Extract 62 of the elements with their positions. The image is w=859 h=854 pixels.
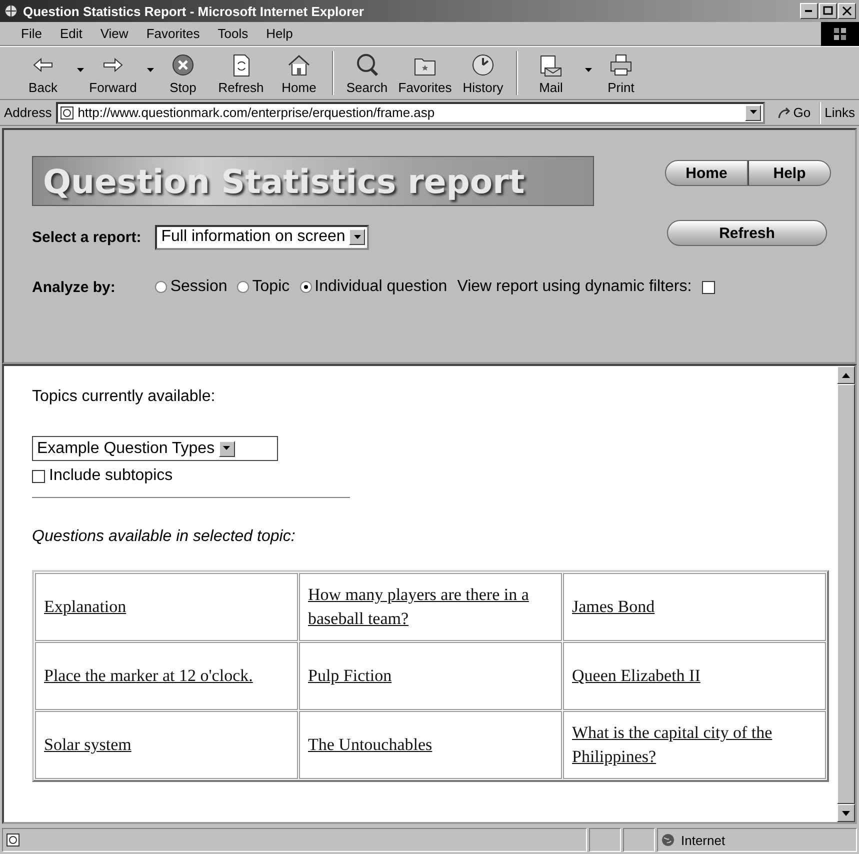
toolbar-button[interactable]: History — [454, 52, 512, 94]
windows-logo-icon — [832, 26, 848, 42]
page-icon — [6, 833, 20, 847]
report-dropdown[interactable]: Full information on screen — [155, 224, 370, 250]
checkbox-label: Include subtopics — [49, 467, 173, 485]
printer-icon — [608, 52, 634, 78]
nav-button[interactable]: Help — [748, 160, 831, 186]
zone-label: Internet — [681, 832, 726, 848]
window-title: Question Statistics Report - Microsoft Internet Explorer — [23, 4, 365, 18]
filters-label: View report using dynamic filters: — [457, 278, 692, 296]
menu-item[interactable]: View — [91, 26, 138, 41]
nav-button[interactable]: Home — [665, 160, 748, 186]
address-field[interactable]: http://www.questionmark.com/enterprise/erquestion/frame.asp — [56, 102, 766, 124]
links-button[interactable]: Links — [824, 105, 855, 120]
report-label: Select a report: — [32, 228, 142, 246]
toolbar-button[interactable]: Stop — [154, 52, 212, 94]
minimize-icon — [805, 10, 813, 12]
radio-label: Individual question — [314, 278, 448, 296]
dropdown-arrow-icon — [750, 110, 757, 115]
toolbar-button[interactable]: Refresh — [212, 52, 270, 94]
radio-button[interactable] — [300, 281, 312, 293]
radio-button[interactable] — [155, 281, 168, 293]
questions-heading: Questions available in selected topic: — [32, 528, 296, 546]
clock-icon — [470, 52, 496, 78]
page-icon — [60, 106, 74, 120]
toolbar-button[interactable]: Forward — [84, 52, 154, 94]
search-icon — [354, 52, 380, 78]
dropdown-arrow-icon — [354, 234, 361, 240]
refresh-button[interactable]: Refresh — [667, 220, 827, 246]
browser-icon — [3, 3, 19, 19]
toolbar-button[interactable]: Home — [270, 52, 328, 94]
close-icon — [842, 6, 852, 16]
radio-button[interactable] — [237, 281, 250, 293]
scrollbar-thumb[interactable] — [837, 384, 855, 804]
analyze-label: Analyze by: — [32, 278, 116, 296]
checkbox[interactable] — [702, 280, 715, 294]
topics-label: Topics currently available: — [32, 388, 216, 406]
toolbar-button[interactable]: Search — [338, 52, 396, 94]
toolbar-button[interactable]: Mail — [522, 52, 592, 94]
toolbar-button[interactable]: Back — [14, 52, 84, 94]
menu-item[interactable]: Tools — [208, 26, 258, 41]
menu-item[interactable]: Favorites — [137, 26, 209, 41]
radio-label: Session — [170, 278, 228, 296]
dropdown-arrow-icon — [223, 446, 230, 451]
toolbar-button[interactable]: Print — [592, 52, 650, 94]
radio-label: Topic — [252, 278, 290, 296]
menu-item[interactable]: File — [12, 26, 51, 41]
stop-icon — [170, 52, 196, 78]
globe-icon — [661, 833, 675, 847]
checkbox[interactable] — [32, 470, 45, 482]
status-panel — [589, 828, 621, 852]
maximize-icon — [823, 6, 833, 16]
topic-dropdown[interactable]: Example Question Types — [32, 436, 278, 461]
address-label: Address — [4, 105, 52, 120]
toolbar-button[interactable]: Favorites — [396, 52, 454, 94]
menu-item[interactable]: Edit — [50, 26, 92, 41]
go-button[interactable]: Go — [769, 102, 821, 124]
status-panel — [623, 828, 655, 852]
go-arrow-icon — [777, 106, 792, 120]
menu-item[interactable]: Help — [257, 26, 302, 41]
scroll-down-icon — [842, 810, 850, 816]
scroll-up-icon — [842, 372, 850, 378]
